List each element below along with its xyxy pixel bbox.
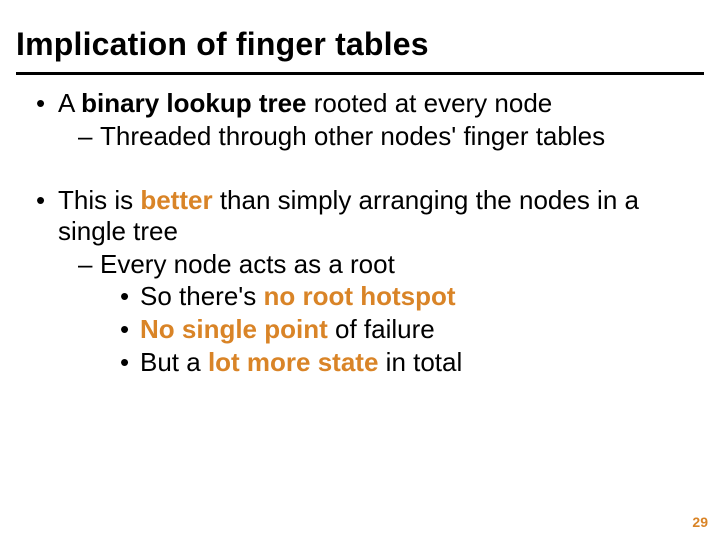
text-fragment: of failure: [328, 314, 435, 344]
text-fragment: in total: [378, 347, 462, 377]
dash-marker: –: [78, 249, 100, 280]
bold-fragment: binary lookup tree: [81, 88, 306, 118]
text-fragment: This is: [58, 185, 140, 215]
highlight-fragment: No single point: [140, 314, 328, 344]
slide-title: Implication of finger tables: [16, 26, 429, 63]
text-fragment: A: [58, 88, 81, 118]
highlight-fragment: no root hotspot: [263, 281, 455, 311]
text-fragment: So there's: [140, 281, 263, 311]
bullet-marker: •: [36, 185, 58, 246]
dash-marker: –: [78, 121, 100, 152]
highlight-fragment: lot more state: [208, 347, 379, 377]
bullet-level2: – Threaded through other nodes' finger t…: [78, 121, 684, 152]
bullet-text: No single point of failure: [140, 314, 435, 345]
bullet-text: But a lot more state in total: [140, 347, 462, 378]
bullet-text: Threaded through other nodes' finger tab…: [100, 121, 605, 152]
bullet-level3: • No single point of failure: [120, 314, 684, 345]
bullet-level2: – Every node acts as a root: [78, 249, 684, 280]
bullet-text: Every node acts as a root: [100, 249, 395, 280]
bullet-level3: • So there's no root hotspot: [120, 281, 684, 312]
text-fragment: rooted at every node: [307, 88, 553, 118]
highlight-fragment: better: [140, 185, 212, 215]
title-underline: [16, 72, 704, 75]
bullet-text: This is better than simply arranging the…: [58, 185, 684, 246]
page-number: 29: [692, 514, 708, 530]
slide-content: • A binary lookup tree rooted at every n…: [36, 88, 684, 379]
bullet-text: So there's no root hotspot: [140, 281, 456, 312]
bullet-marker: •: [120, 347, 140, 378]
bullet-level1: • This is better than simply arranging t…: [36, 185, 684, 246]
bullet-text: A binary lookup tree rooted at every nod…: [58, 88, 552, 119]
bullet-marker: •: [120, 314, 140, 345]
bullet-level3: • But a lot more state in total: [120, 347, 684, 378]
bullet-marker: •: [36, 88, 58, 119]
slide: Implication of finger tables • A binary …: [0, 0, 720, 540]
bullet-marker: •: [120, 281, 140, 312]
spacer: [36, 153, 684, 185]
text-fragment: But a: [140, 347, 208, 377]
bullet-level1: • A binary lookup tree rooted at every n…: [36, 88, 684, 119]
